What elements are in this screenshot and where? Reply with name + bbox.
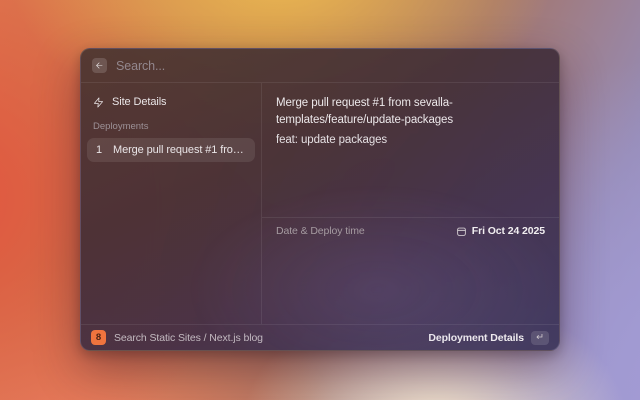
back-arrow-icon [95, 61, 104, 70]
deploy-date: Fri Oct 24 2025 [472, 225, 545, 237]
palette-body: Site Details Deployments 1 Merge pull re… [81, 83, 559, 324]
sidebar-item-label: Site Details [112, 96, 166, 108]
deployment-title: Merge pull request #1 from sevalla-templ… [276, 95, 545, 129]
sidebar-item-deployment[interactable]: 1 Merge pull request #1 from seva... [87, 138, 255, 162]
deployment-commit-message: feat: update packages [276, 132, 545, 149]
enter-key-icon: ↵ [531, 331, 549, 345]
back-button[interactable] [92, 58, 107, 73]
detail-pane: Merge pull request #1 from sevalla-templ… [262, 83, 559, 324]
item-index: 1 [93, 144, 105, 156]
context-breadcrumb: Search Static Sites / Next.js blog [114, 332, 420, 344]
search-bar [81, 49, 559, 83]
metadata-row: Date & Deploy time Fri Oct 24 2025 [262, 218, 559, 244]
sidebar-item-site-details[interactable]: Site Details [87, 91, 255, 113]
action-bar: 8 Search Static Sites / Next.js blog Dep… [81, 324, 559, 350]
detail-text: Merge pull request #1 from sevalla-templ… [262, 83, 559, 149]
sidebar-item-label: Merge pull request #1 from seva... [113, 144, 249, 156]
action-label: Deployment Details [428, 332, 524, 344]
deployment-details-action[interactable]: Deployment Details ↵ [428, 331, 549, 345]
section-label-deployments: Deployments [87, 121, 255, 132]
bolt-icon [93, 97, 104, 108]
results-sidebar: Site Details Deployments 1 Merge pull re… [81, 83, 262, 324]
sevalla-logo-icon: 8 [91, 330, 106, 345]
metadata-label: Date & Deploy time [276, 225, 365, 237]
search-input[interactable] [116, 59, 548, 73]
metadata-value: Fri Oct 24 2025 [456, 225, 545, 237]
command-palette-window: Site Details Deployments 1 Merge pull re… [80, 48, 560, 351]
calendar-icon [456, 226, 467, 237]
